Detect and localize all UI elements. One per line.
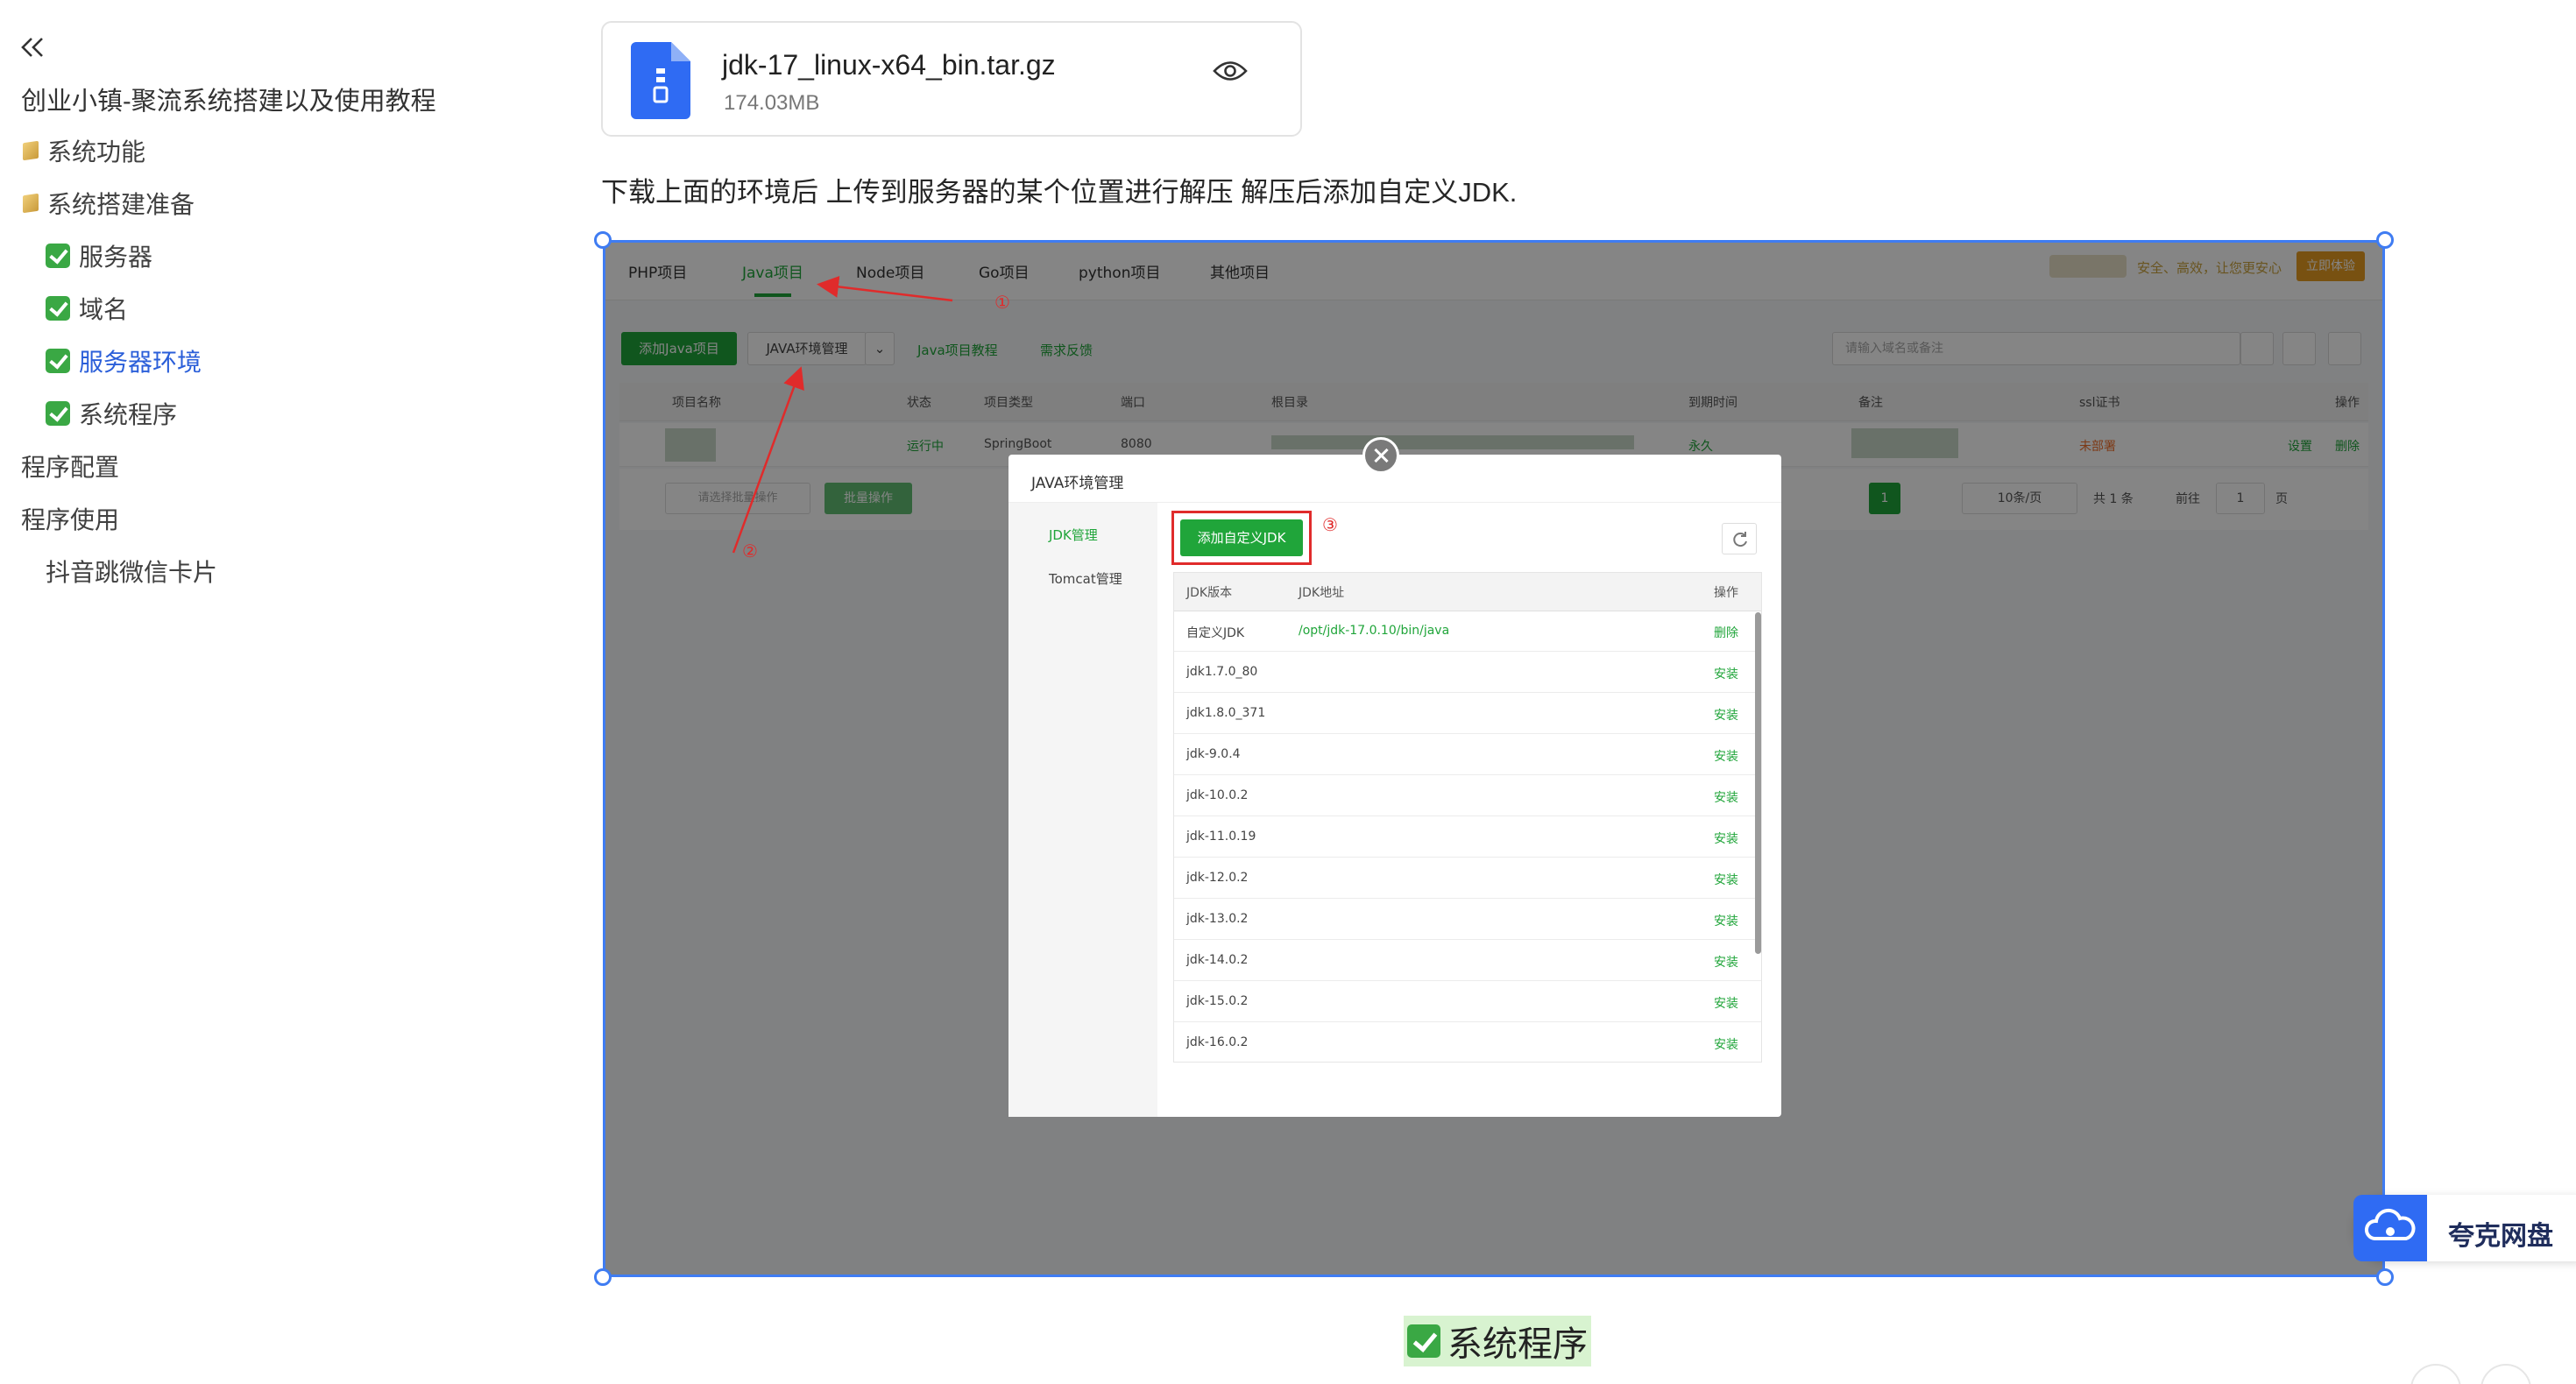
outline-item-label: 域名 — [79, 296, 129, 323]
check-icon — [46, 401, 70, 426]
outline-item-system-features[interactable]: 系统功能 — [21, 133, 145, 168]
resize-handle-top-left[interactable] — [594, 231, 612, 249]
outline-item-label: 系统搭建准备 — [47, 191, 195, 218]
check-icon — [46, 244, 70, 268]
outline-item-system-program[interactable]: 系统程序 — [46, 396, 177, 431]
section-heading: 系统程序 — [1404, 1316, 1591, 1366]
outline-item-program-usage[interactable]: 程序使用 — [21, 501, 119, 536]
scroll-nav-circles[interactable] — [2401, 1363, 2576, 1384]
embedded-screenshot[interactable]: PHP项目 Java项目 Node项目 Go项目 python项目 其他项目 安… — [603, 240, 2385, 1277]
outline-item-setup-prep[interactable]: 系统搭建准备 — [21, 186, 195, 221]
outline-item-label: 程序配置 — [21, 454, 120, 481]
check-icon — [46, 349, 70, 373]
annotation-arrows — [732, 275, 953, 554]
outline-item-program-config[interactable]: 程序配置 — [21, 448, 119, 484]
outline-item-douyin-wechat[interactable]: 抖音跳微信卡片 — [46, 554, 217, 589]
file-attachment-card[interactable]: jdk-17_linux-x64_bin.tar.gz 174.03MB — [601, 21, 1302, 137]
outline-item-label: 系统功能 — [47, 138, 146, 166]
file-name: jdk-17_linux-x64_bin.tar.gz — [722, 49, 1056, 81]
outline-item-label: 服务器环境 — [79, 349, 202, 376]
outline-item-label: 系统程序 — [79, 401, 178, 428]
quark-badge-label: 夸克网盘 — [2448, 1222, 2553, 1251]
folder-icon — [21, 193, 40, 214]
outline-item-server[interactable]: 服务器 — [46, 238, 152, 273]
outline-item-domain[interactable]: 域名 — [46, 291, 128, 326]
outline-sidebar: 创业小镇-聚流系统搭建以及使用教程 系统功能 系统搭建准备 服务器 域名 服务器… — [0, 0, 543, 1384]
quark-drive-badge[interactable]: 夸克网盘 — [2353, 1195, 2576, 1261]
marker-1: ① — [994, 292, 1010, 313]
resize-handle-bottom-left[interactable] — [594, 1268, 612, 1286]
outline-item-label: 抖音跳微信卡片 — [46, 559, 218, 586]
outline-item-label: 服务器 — [79, 244, 153, 271]
file-size: 174.03MB — [724, 91, 820, 115]
check-icon — [1407, 1324, 1440, 1358]
marker-2: ② — [742, 540, 758, 561]
bt-panel-screenshot: PHP项目 Java项目 Node项目 Go项目 python项目 其他项目 安… — [605, 243, 2382, 1275]
outline-doc-title[interactable]: 创业小镇-聚流系统搭建以及使用教程 — [21, 81, 436, 117]
outline-item-server-env[interactable]: 服务器环境 — [46, 343, 202, 378]
zip-file-icon — [631, 42, 690, 119]
resize-handle-top-right[interactable] — [2376, 231, 2394, 249]
resize-handle-bottom-right[interactable] — [2376, 1268, 2394, 1286]
section-heading-text: 系统程序 — [1447, 1325, 1588, 1364]
outline-item-label: 程序使用 — [21, 506, 120, 533]
marker-3: ③ — [1322, 514, 1338, 535]
double-chevron-left-icon[interactable] — [18, 32, 49, 63]
folder-icon — [21, 140, 40, 161]
check-icon — [46, 296, 70, 321]
eye-icon[interactable] — [1213, 58, 1248, 84]
cloud-icon — [2353, 1195, 2427, 1261]
body-paragraph: 下载上面的环境后 上传到服务器的某个位置进行解压 解压后添加自定义JDK. — [601, 177, 1518, 208]
